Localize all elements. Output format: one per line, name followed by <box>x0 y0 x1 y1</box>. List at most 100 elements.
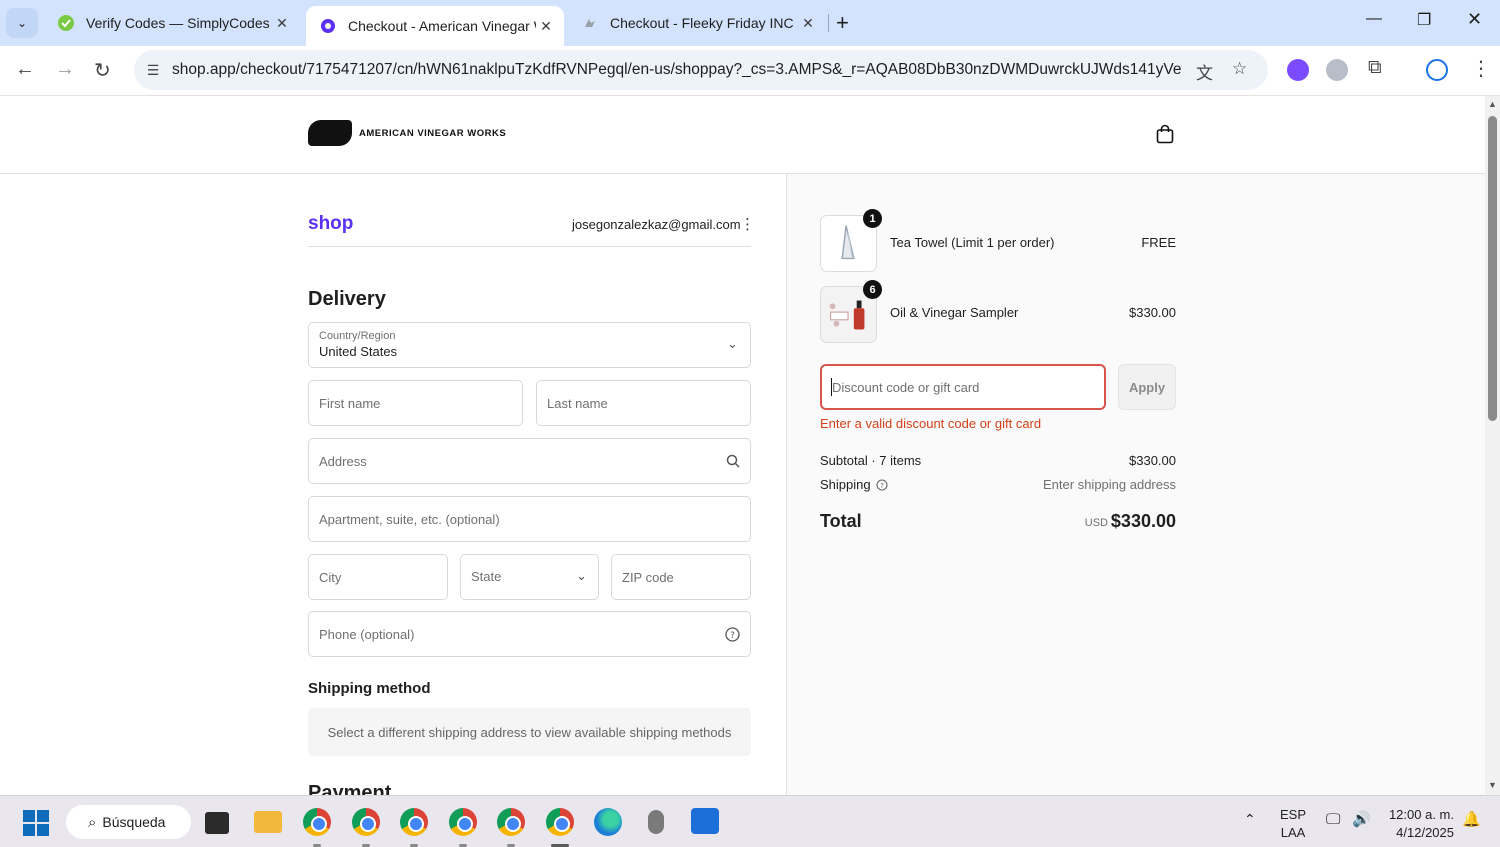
windows-start-icon[interactable] <box>23 810 49 836</box>
discount-placeholder: Discount code or gift card <box>832 380 980 395</box>
chevron-down-icon: ⌄ <box>727 336 738 351</box>
task-view-icon[interactable] <box>205 812 229 834</box>
apartment-field[interactable]: Apartment, suite, etc. (optional) <box>308 496 751 542</box>
volume-icon[interactable]: 🔊 <box>1352 811 1371 829</box>
scrollbar-thumb[interactable] <box>1488 116 1497 421</box>
apply-button[interactable]: Apply <box>1118 364 1176 410</box>
country-label: Country/Region <box>319 330 396 342</box>
item-name-tea-towel: Tea Towel (Limit 1 per order) <box>890 235 1055 250</box>
delivery-heading: Delivery <box>308 288 386 310</box>
extension-simplycodes-icon[interactable] <box>1287 59 1309 81</box>
shipping-label: Shipping <box>820 477 871 492</box>
first-name-placeholder: First name <box>319 396 381 411</box>
address-placeholder: Address <box>319 454 367 469</box>
reload-icon[interactable]: ↻ <box>94 58 111 83</box>
first-name-field[interactable]: First name <box>308 380 523 426</box>
new-tab-plus-icon[interactable]: + <box>836 10 849 36</box>
browser-menu-icon[interactable]: ⋮ <box>1471 56 1491 81</box>
page-scrollbar[interactable]: ▲ ▼ <box>1485 96 1500 795</box>
search-icon <box>726 454 740 468</box>
phone-field[interactable]: Phone (optional) ? <box>308 611 751 657</box>
shopping-bag-icon[interactable] <box>1156 124 1174 144</box>
tab-separator <box>828 14 829 32</box>
tab-close-icon[interactable]: ✕ <box>272 15 292 32</box>
tab-checkout-fleeky-friday[interactable]: Checkout - Fleeky Friday INC ✕ <box>568 0 826 46</box>
mouse-app-icon[interactable] <box>648 810 664 834</box>
bookmark-star-icon[interactable]: ☆ <box>1232 59 1247 79</box>
subtotal-label: Subtotal · 7 items <box>820 453 922 468</box>
store-logo[interactable]: AMERICAN VINEGAR WORKS <box>308 120 506 146</box>
item-name-sampler: Oil & Vinegar Sampler <box>890 305 1019 320</box>
store-name: AMERICAN VINEGAR WORKS <box>359 127 507 139</box>
search-icon: ⌕ <box>88 813 97 831</box>
help-circle-icon[interactable]: ? <box>876 478 888 491</box>
state-placeholder: State <box>471 569 502 584</box>
address-field[interactable]: Address <box>308 438 751 484</box>
svg-text:?: ? <box>730 631 735 641</box>
chrome-profile-3-icon[interactable] <box>400 808 428 836</box>
chrome-profile-2-icon[interactable] <box>352 808 380 836</box>
keyboard-layout: LAA <box>1280 825 1306 840</box>
microsoft-store-icon[interactable] <box>691 808 719 834</box>
fleeky-favicon-icon <box>585 19 595 27</box>
shipping-method-message: Select a different shipping address to v… <box>308 708 751 756</box>
url-text[interactable]: shop.app/checkout/7175471207/cn/hWN61nak… <box>172 61 1182 79</box>
extension-globe-icon[interactable] <box>1326 59 1348 81</box>
extensions-puzzle-icon[interactable]: ⧉ <box>1368 57 1382 79</box>
total-value: $330.00 <box>1110 511 1176 531</box>
tab-title: Checkout - American Vinegar W <box>348 18 536 34</box>
tab-close-icon[interactable]: ✕ <box>536 18 556 35</box>
edge-browser-icon[interactable] <box>594 808 622 836</box>
tab-close-icon[interactable]: ✕ <box>798 15 818 32</box>
city-field[interactable]: City <box>308 554 448 600</box>
clock[interactable]: 12:00 a. m. 4/12/2025 <box>1386 806 1454 842</box>
state-select[interactable]: State ⌄ <box>460 554 599 600</box>
site-settings-icon[interactable]: ☰ <box>134 62 172 79</box>
restore-icon[interactable]: ❐ <box>1417 10 1431 30</box>
network-icon[interactable]: 🖵 <box>1326 811 1340 829</box>
last-name-placeholder: Last name <box>547 396 608 411</box>
discount-code-input[interactable]: Discount code or gift card <box>820 364 1106 410</box>
profile-avatar-icon[interactable] <box>1426 59 1448 81</box>
notifications-bell-icon[interactable]: 🔔 <box>1462 811 1481 829</box>
back-arrow-icon[interactable]: ← <box>15 58 35 81</box>
chrome-profile-4-icon[interactable] <box>449 808 477 836</box>
zip-field[interactable]: ZIP code <box>611 554 751 600</box>
city-placeholder: City <box>319 570 342 585</box>
total-label: Total <box>820 511 862 531</box>
browser-toolbar: ← → ↻ ☰ shop.app/checkout/7175471207/cn/… <box>0 46 1500 96</box>
clock-time: 12:00 a. m. <box>1388 807 1454 822</box>
address-bar[interactable]: ☰ shop.app/checkout/7175471207/cn/hWN61n… <box>134 50 1268 90</box>
item-quantity-badge: 6 <box>863 280 882 299</box>
chrome-profile-active-icon[interactable] <box>546 808 574 836</box>
apartment-placeholder: Apartment, suite, etc. (optional) <box>319 512 500 527</box>
country-select[interactable]: Country/Region United States ⌄ <box>308 322 751 368</box>
zip-placeholder: ZIP code <box>622 570 674 585</box>
chrome-profile-1-icon[interactable] <box>303 808 331 836</box>
close-window-icon[interactable]: ✕ <box>1467 9 1482 30</box>
taskbar-search[interactable]: ⌕ Búsqueda <box>66 805 191 839</box>
last-name-field[interactable]: Last name <box>536 380 751 426</box>
show-hidden-icons-chevron-icon[interactable]: ⌃ <box>1244 810 1256 828</box>
minimize-icon[interactable]: — <box>1366 10 1382 28</box>
divider <box>308 246 751 247</box>
chrome-profile-5-icon[interactable] <box>497 808 525 836</box>
tab-verify-codes[interactable]: Verify Codes — SimplyCodes ✕ <box>44 0 300 46</box>
file-explorer-icon[interactable] <box>254 811 282 833</box>
translate-icon[interactable]: 文 <box>1196 59 1213 84</box>
svg-text:?: ? <box>880 482 884 490</box>
phone-placeholder: Phone (optional) <box>319 627 415 642</box>
scroll-down-arrow-icon[interactable]: ▼ <box>1488 780 1497 790</box>
store-header: AMERICAN VINEGAR WORKS <box>0 96 1485 174</box>
tab-checkout-american-vinegar[interactable]: Checkout - American Vinegar W ✕ <box>306 6 564 46</box>
checkout-page: AMERICAN VINEGAR WORKS shop josegonzalez… <box>0 96 1485 795</box>
shipping-value: Enter shipping address <box>1043 477 1176 492</box>
forward-arrow-icon[interactable]: → <box>55 58 75 81</box>
shop-favicon-icon <box>321 19 335 33</box>
tab-search-chevron-icon[interactable]: ⌄ <box>6 8 38 38</box>
scroll-up-arrow-icon[interactable]: ▲ <box>1488 99 1497 109</box>
language-indicator[interactable]: ESP LAA <box>1280 806 1306 842</box>
account-menu-icon[interactable]: ⋮ <box>740 215 755 233</box>
subtotal-value: $330.00 <box>1129 453 1176 468</box>
help-circle-icon[interactable]: ? <box>725 627 740 642</box>
